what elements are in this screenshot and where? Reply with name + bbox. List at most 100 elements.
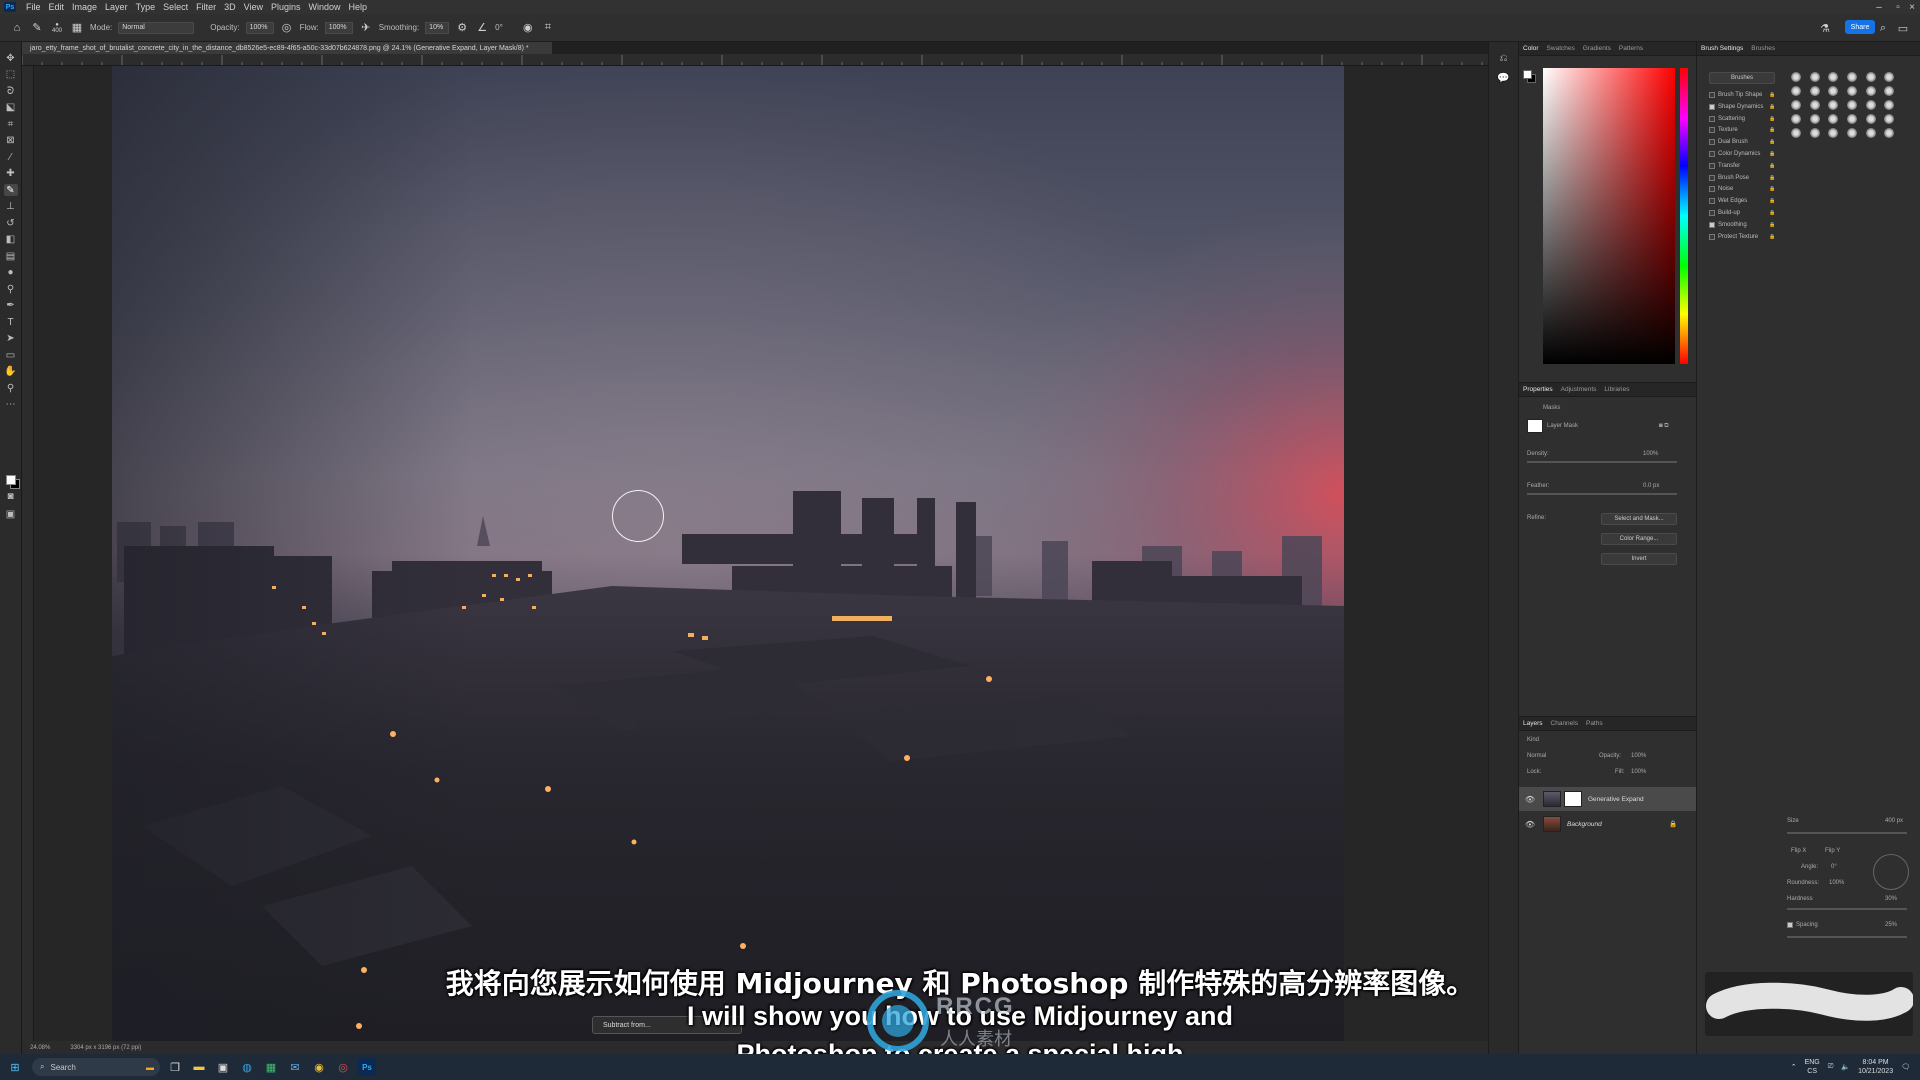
brush-tip-preset[interactable] — [1828, 100, 1839, 110]
search-icon[interactable]: ⌕ — [1876, 21, 1890, 35]
brush-tip-preset[interactable] — [1865, 72, 1876, 82]
pen-tool-icon[interactable]: ✒ — [4, 300, 18, 312]
layer-filter-kind[interactable]: Kind — [1527, 737, 1539, 743]
brush-tip-preset[interactable] — [1865, 128, 1876, 138]
angle-value[interactable]: 0° — [495, 23, 503, 32]
tab-brush-settings[interactable]: Brush Settings — [1701, 45, 1743, 52]
lock-icon[interactable]: 🔒 — [1769, 234, 1775, 240]
smoothing-field[interactable]: 10% — [425, 21, 450, 34]
dodge-tool-icon[interactable]: ⚲ — [4, 283, 18, 295]
volume-icon[interactable]: 🔈 — [1841, 1063, 1850, 1071]
brush-setting-checkbox[interactable] — [1709, 103, 1715, 110]
tab-adjustments[interactable]: Adjustments — [1561, 386, 1597, 393]
brush-setting-item[interactable]: Brush Tip Shape 🔒 — [1709, 92, 1775, 98]
history-panel-icon[interactable]: ⎌ — [1497, 52, 1511, 64]
density-slider[interactable] — [1527, 461, 1677, 463]
feather-slider[interactable] — [1527, 493, 1677, 495]
edit-toolbar-icon[interactable]: ⋯ — [4, 399, 18, 411]
lock-icon[interactable]: 🔒 — [1669, 820, 1677, 828]
notifications-icon[interactable]: 🗨 — [1901, 1063, 1910, 1071]
blur-tool-icon[interactable]: ● — [4, 267, 18, 279]
brush-tip-preset[interactable] — [1846, 72, 1857, 82]
lock-icon[interactable]: 🔒 — [1769, 198, 1775, 204]
share-button[interactable]: Share — [1845, 20, 1875, 34]
edge-browser-icon[interactable]: ◍ — [238, 1058, 256, 1076]
brush-angle-widget[interactable] — [1873, 854, 1909, 890]
brush-setting-checkbox[interactable] — [1709, 92, 1715, 98]
brush-setting-item[interactable]: Smoothing 🔒 — [1709, 221, 1775, 228]
file-explorer-icon[interactable]: ▬ — [190, 1058, 208, 1076]
lock-icon[interactable]: 🔒 — [1769, 139, 1775, 145]
tray-overflow-icon[interactable]: ⌃ — [1791, 1063, 1797, 1071]
zoom-tool-icon[interactable]: ⚲ — [4, 382, 18, 394]
eyedropper-tool-icon[interactable]: ⁄ — [4, 151, 18, 163]
brush-tool-icon[interactable]: ✎ — [3, 184, 18, 196]
tab-paths[interactable]: Paths — [1586, 720, 1603, 727]
document-canvas-image[interactable] — [112, 66, 1344, 1041]
app-icon[interactable]: ◎ — [334, 1058, 352, 1076]
brush-tip-preset[interactable] — [1884, 114, 1895, 124]
mode-select[interactable]: Normal — [118, 21, 195, 34]
invert-button[interactable]: Invert — [1601, 553, 1677, 565]
spacing-value[interactable]: 25% — [1885, 922, 1897, 928]
menu-layer[interactable]: Layer — [101, 2, 132, 12]
lock-icon[interactable]: 🔒 — [1769, 186, 1775, 192]
size-value[interactable]: 400 px — [1885, 818, 1903, 824]
lock-icon[interactable]: 🔒 — [1769, 175, 1775, 181]
brush-tip-preset[interactable] — [1809, 86, 1820, 96]
brush-tip-preset[interactable] — [1791, 114, 1801, 124]
angle-icon[interactable]: ∠ — [475, 21, 489, 35]
mail-icon[interactable]: ✉ — [286, 1058, 304, 1076]
menu-view[interactable]: View — [240, 2, 267, 12]
gradient-tool-icon[interactable]: ▤ — [4, 250, 18, 262]
lock-icon[interactable]: 🔒 — [1769, 210, 1775, 216]
spacing-check[interactable] — [1787, 922, 1793, 928]
quick-mask-icon[interactable]: ◙ — [4, 490, 18, 502]
tab-layers[interactable]: Layers — [1523, 720, 1543, 727]
hand-tool-icon[interactable]: ✋ — [4, 366, 18, 378]
brush-setting-checkbox[interactable] — [1709, 210, 1715, 216]
menu-filter[interactable]: Filter — [192, 2, 220, 12]
brush-setting-item[interactable]: Color Dynamics 🔒 — [1709, 151, 1775, 157]
density-value[interactable]: 100% — [1643, 451, 1658, 457]
path-selection-tool-icon[interactable]: ➤ — [4, 333, 18, 345]
chrome-browser-icon[interactable]: ◉ — [310, 1058, 328, 1076]
menu-select[interactable]: Select — [159, 2, 192, 12]
hue-slider[interactable] — [1680, 68, 1688, 364]
tab-brushes[interactable]: Brushes — [1751, 45, 1775, 52]
tab-color[interactable]: Color — [1523, 45, 1539, 52]
healing-brush-tool-icon[interactable]: ✚ — [4, 168, 18, 180]
brush-setting-item[interactable]: Texture 🔒 — [1709, 127, 1775, 134]
clone-stamp-tool-icon[interactable]: ⊥ — [4, 201, 18, 213]
photoshop-taskbar-icon[interactable]: Ps — [358, 1058, 376, 1076]
brush-setting-item[interactable]: Protect Texture 🔒 — [1709, 233, 1775, 240]
lock-icon[interactable]: 🔒 — [1769, 104, 1775, 110]
windows-start-icon[interactable]: ⊞ — [6, 1058, 24, 1076]
lock-icon[interactable]: 🔒 — [1769, 92, 1775, 98]
visibility-eye-icon[interactable]: 👁 — [1523, 820, 1537, 829]
brush-setting-checkbox[interactable] — [1709, 139, 1715, 146]
network-icon[interactable]: ⎚ — [1828, 1063, 1834, 1071]
angle-value[interactable]: 0° — [1831, 864, 1837, 870]
roundness-value[interactable]: 100% — [1829, 880, 1844, 886]
foreground-color-swatch[interactable] — [6, 475, 16, 485]
brush-tip-preset[interactable] — [1865, 100, 1876, 110]
learn-icon[interactable]: ⚗ — [1818, 21, 1832, 35]
brush-setting-item[interactable]: Dual Brush 🔒 — [1709, 139, 1775, 146]
lock-icon[interactable]: 🔒 — [1769, 222, 1775, 228]
feather-value[interactable]: 0.0 px — [1643, 483, 1659, 489]
brush-tip-preset[interactable] — [1809, 100, 1820, 110]
brushes-button[interactable]: Brushes — [1709, 72, 1775, 84]
rectangle-tool-icon[interactable]: ▭ — [4, 349, 18, 361]
brush-tip-preset[interactable] — [1828, 72, 1839, 82]
brush-tip-preset[interactable] — [1884, 100, 1895, 110]
layer-mask-thumbnail[interactable] — [1564, 791, 1582, 807]
tab-channels[interactable]: Channels — [1551, 720, 1578, 727]
flip-y-checkbox[interactable]: Flip Y — [1825, 848, 1840, 854]
eraser-tool-icon[interactable]: ◧ — [4, 234, 18, 246]
menu-help[interactable]: Help — [345, 2, 372, 12]
lasso-tool-icon[interactable]: ᘐ — [4, 85, 18, 97]
menu-plugins[interactable]: Plugins — [267, 2, 305, 12]
flow-field[interactable]: 100% — [324, 21, 353, 34]
pressure-size-icon[interactable]: ◉ — [521, 21, 535, 35]
